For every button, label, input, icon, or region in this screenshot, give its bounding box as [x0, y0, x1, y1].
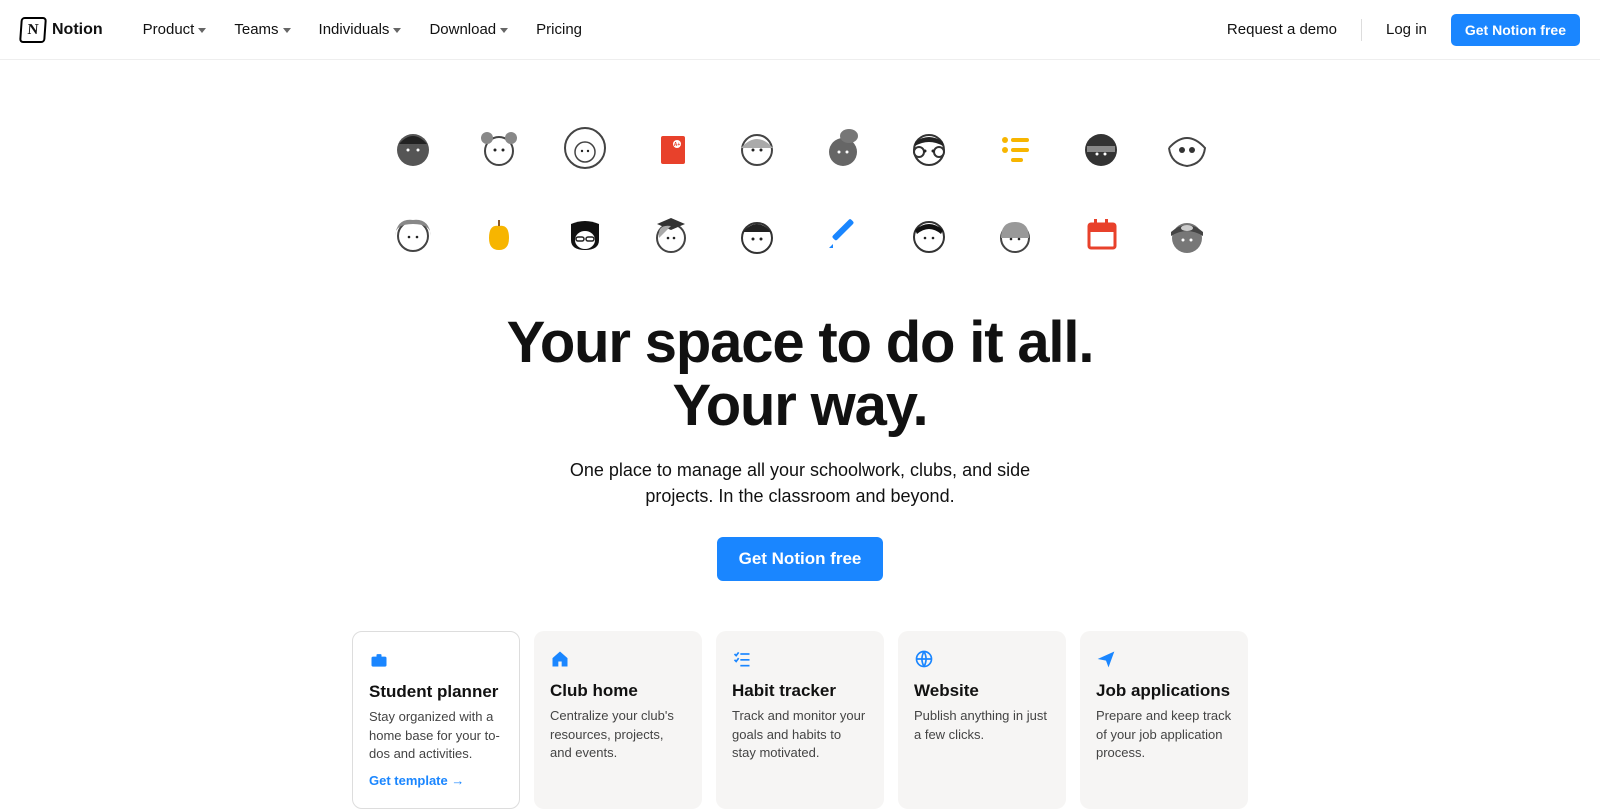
card-website[interactable]: Website Publish anything in just a few c… [898, 631, 1066, 809]
avatar-face-icon [1159, 206, 1215, 262]
nav-pricing[interactable]: Pricing [536, 21, 582, 38]
request-demo-link[interactable]: Request a demo [1227, 21, 1337, 38]
card-desc: Track and monitor your goals and habits … [732, 707, 868, 762]
login-link[interactable]: Log in [1386, 21, 1427, 38]
card-title: Student planner [369, 682, 503, 702]
avatar-face-icon [815, 120, 871, 176]
calendar-icon [1073, 206, 1129, 262]
card-title: Habit tracker [732, 681, 868, 701]
card-title: Club home [550, 681, 686, 701]
hero-cta-button[interactable]: Get Notion free [717, 537, 884, 581]
hero-headline: Your space to do it all. Your way. [450, 312, 1150, 437]
avatar-face-icon [385, 120, 441, 176]
avatar-grid: A+ [0, 120, 1600, 262]
hero-subhead: One place to manage all your schoolwork,… [550, 457, 1050, 509]
divider [1361, 19, 1362, 41]
avatar-face-icon [557, 206, 613, 262]
bullet-list-icon [987, 120, 1043, 176]
brand-name: Notion [52, 21, 103, 39]
card-job-applications[interactable]: Job applications Prepare and keep track … [1080, 631, 1248, 809]
get-template-link[interactable]: Get template → [369, 773, 464, 788]
avatar-face-icon [1159, 120, 1215, 176]
avatar-face-icon [1073, 120, 1129, 176]
svg-text:A+: A+ [674, 142, 681, 148]
hero-section: A+ Your space to do it all. Your way. On… [0, 60, 1600, 809]
chevron-down-icon [500, 28, 508, 33]
home-icon [550, 649, 686, 671]
card-title: Job applications [1096, 681, 1232, 701]
feature-cards: Student planner Stay organized with a ho… [0, 631, 1600, 809]
logo[interactable]: N Notion [20, 17, 103, 43]
get-notion-free-button[interactable]: Get Notion free [1451, 14, 1580, 46]
globe-icon [914, 649, 1050, 671]
avatar-face-icon [987, 206, 1043, 262]
card-club-home[interactable]: Club home Centralize your club's resourc… [534, 631, 702, 809]
nav-download[interactable]: Download [429, 21, 508, 38]
pencil-icon [815, 206, 871, 262]
avatar-face-icon [729, 206, 785, 262]
card-student-planner[interactable]: Student planner Stay organized with a ho… [352, 631, 520, 809]
card-desc: Publish anything in just a few clicks. [914, 707, 1050, 743]
apple-icon [471, 206, 527, 262]
header-actions: Request a demo Log in Get Notion free [1227, 14, 1580, 46]
site-header: N Notion Product Teams Individuals Downl… [0, 0, 1600, 60]
graduation-face-icon [643, 206, 699, 262]
card-title: Website [914, 681, 1050, 701]
card-desc: Prepare and keep track of your job appli… [1096, 707, 1232, 762]
avatar-face-icon [557, 120, 613, 176]
chevron-down-icon [393, 28, 401, 33]
primary-nav: Product Teams Individuals Download Prici… [143, 21, 582, 38]
chevron-down-icon [198, 28, 206, 33]
nav-product[interactable]: Product [143, 21, 207, 38]
chevron-down-icon [283, 28, 291, 33]
nav-individuals[interactable]: Individuals [319, 21, 402, 38]
avatar-face-icon [729, 120, 785, 176]
checklist-icon [732, 649, 868, 671]
notebook-icon: A+ [643, 120, 699, 176]
card-desc: Centralize your club's resources, projec… [550, 707, 686, 762]
avatar-face-icon [385, 206, 441, 262]
nav-teams[interactable]: Teams [234, 21, 290, 38]
send-icon [1096, 649, 1232, 671]
briefcase-icon [369, 650, 503, 672]
logo-icon: N [19, 17, 47, 43]
card-habit-tracker[interactable]: Habit tracker Track and monitor your goa… [716, 631, 884, 809]
avatar-face-icon [471, 120, 527, 176]
avatar-face-icon [901, 120, 957, 176]
avatar-face-icon [901, 206, 957, 262]
